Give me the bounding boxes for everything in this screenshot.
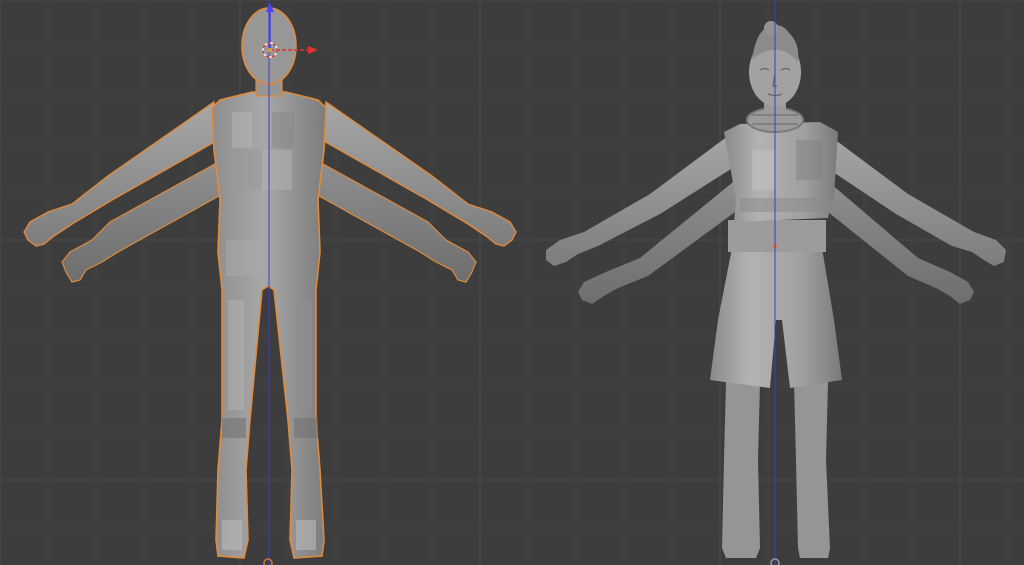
base-mesh-figure[interactable] <box>23 7 517 559</box>
3d-viewport[interactable] <box>0 0 1024 565</box>
viewport-canvas[interactable] <box>0 0 1024 565</box>
detailed-figure[interactable] <box>546 21 1006 558</box>
detailed-legs <box>722 382 830 558</box>
ground-origin-left <box>263 558 273 565</box>
viewport-grid <box>0 0 1024 565</box>
detailed-shorts <box>710 248 842 388</box>
